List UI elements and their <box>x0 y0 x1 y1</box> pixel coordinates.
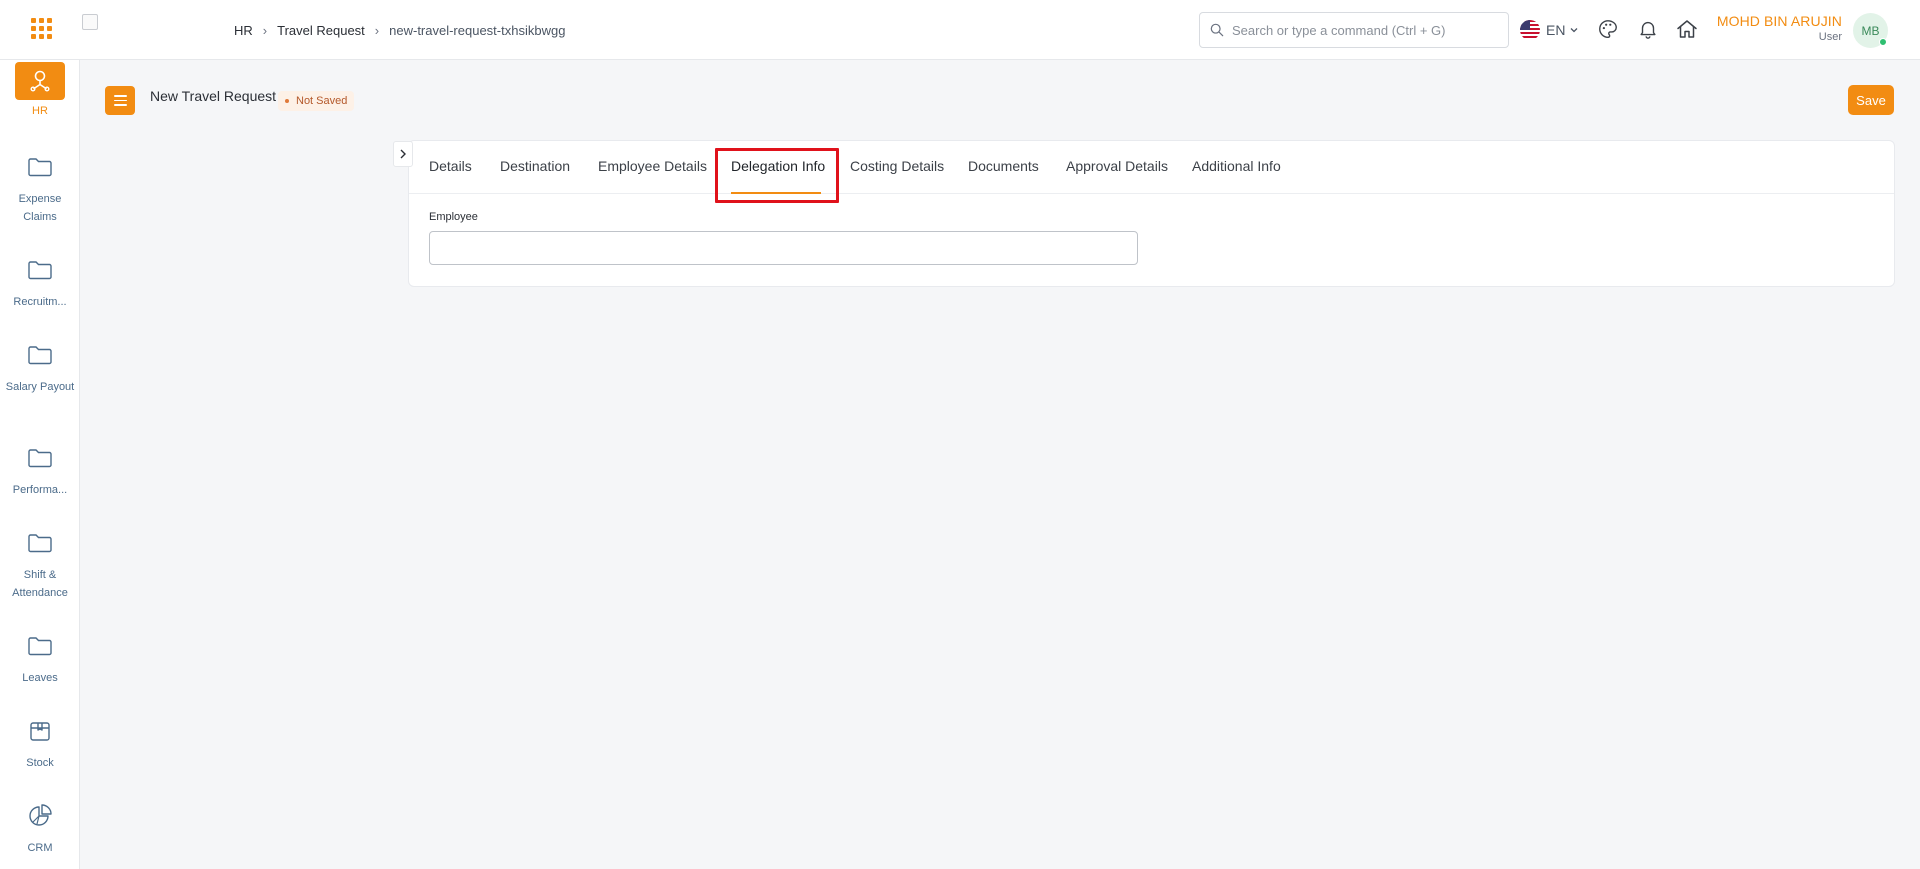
tab-employee-details[interactable]: Employee Details <box>598 158 707 174</box>
home-icon[interactable] <box>1674 16 1700 42</box>
sidebar-item-label: Salary Payout <box>5 381 75 393</box>
breadcrumb-travel-request[interactable]: Travel Request <box>277 23 365 38</box>
sidebar-item-label: Stock <box>26 757 54 769</box>
breadcrumb-separator-icon: › <box>262 22 268 38</box>
search-input[interactable] <box>1232 22 1492 38</box>
tab-destination[interactable]: Destination <box>500 158 570 174</box>
sidebar-item-label: CRM <box>27 842 53 854</box>
sidebar-item-hr[interactable]: HR <box>0 62 79 120</box>
breadcrumb-current-record: new-travel-request-txhsikbwgg <box>389 22 566 38</box>
chevron-down-icon <box>1570 28 1578 33</box>
hr-org-icon <box>15 62 65 100</box>
avatar-initials: MB <box>1861 23 1880 38</box>
folder-icon <box>0 340 79 370</box>
online-status-dot <box>1879 38 1887 46</box>
sidebar: HR Expense Claims Recruitm... Salary Pay… <box>0 60 80 869</box>
pie-chart-icon <box>0 801 79 831</box>
status-text: Not Saved <box>296 95 348 107</box>
sidebar-item-recruitment[interactable]: Recruitm... <box>0 255 79 311</box>
tab-additional-info[interactable]: Additional Info <box>1192 158 1281 174</box>
sidebar-item-expense-claims[interactable]: Expense Claims <box>0 152 79 226</box>
folder-icon <box>0 152 79 182</box>
form-tabs: Details Destination Employee Details Del… <box>409 141 1894 203</box>
sidebar-item-label: HR <box>32 105 48 117</box>
sidebar-item-salary-payout[interactable]: Salary Payout <box>0 340 79 396</box>
bell-icon[interactable] <box>1635 16 1661 42</box>
sidebar-item-shift-attendance[interactable]: Shift & Attendance <box>0 528 79 602</box>
save-button[interactable]: Save <box>1848 85 1894 115</box>
sidebar-item-label: Leaves <box>22 672 58 684</box>
employee-label: Employee <box>429 211 478 223</box>
search-bar[interactable] <box>1199 12 1509 48</box>
employee-field[interactable] <box>429 231 1138 265</box>
tab-approval-details[interactable]: Approval Details <box>1066 158 1168 174</box>
folder-icon <box>0 528 79 558</box>
user-name: MOHD BIN ARUJIN <box>1716 13 1842 29</box>
sidebar-item-label: Expense Claims <box>18 193 62 223</box>
user-role: User <box>1818 31 1842 43</box>
breadcrumb-separator-icon: › <box>374 22 380 38</box>
folder-icon <box>0 255 79 285</box>
logo-image[interactable] <box>82 14 98 30</box>
language-selector[interactable]: EN <box>1520 18 1579 42</box>
box-icon <box>0 716 79 746</box>
breadcrumb-hr[interactable]: HR <box>234 23 253 38</box>
status-dot <box>285 99 289 103</box>
top-bar: HR › Travel Request › new-travel-request… <box>0 0 1920 60</box>
sidebar-item-crm[interactable]: CRM <box>0 801 79 857</box>
palette-icon[interactable] <box>1595 16 1621 42</box>
sidebar-item-label: Recruitm... <box>13 296 67 308</box>
language-code: EN <box>1546 22 1566 38</box>
status-badge: Not Saved <box>278 91 355 111</box>
sidebar-item-label: Performa... <box>12 484 68 496</box>
tab-details[interactable]: Details <box>429 158 472 174</box>
user-info[interactable]: MOHD BIN ARUJIN User <box>1717 13 1842 43</box>
sidebar-item-label: Shift & Attendance <box>12 569 68 599</box>
folder-icon <box>0 443 79 473</box>
chevron-right-icon[interactable] <box>393 141 413 167</box>
sidebar-item-leaves[interactable]: Leaves <box>0 631 79 687</box>
search-icon <box>1210 23 1224 37</box>
us-flag-icon <box>1520 20 1540 40</box>
tab-delegation-info[interactable]: Delegation Info <box>731 158 825 174</box>
avatar[interactable]: MB <box>1853 13 1888 48</box>
active-tab-indicator <box>731 192 821 194</box>
breadcrumb: HR › Travel Request › new-travel-request… <box>234 22 565 38</box>
tab-documents[interactable]: Documents <box>968 158 1039 174</box>
tab-costing-details[interactable]: Costing Details <box>850 158 944 174</box>
page-title: New Travel Request <box>150 88 277 104</box>
sidebar-item-performance[interactable]: Performa... <box>0 443 79 499</box>
app-grid-icon[interactable] <box>29 16 53 40</box>
form-card: Details Destination Employee Details Del… <box>408 140 1895 287</box>
folder-icon <box>0 631 79 661</box>
sidebar-item-stock[interactable]: Stock <box>0 716 79 772</box>
highlight-box <box>715 148 839 203</box>
hamburger-menu-icon[interactable] <box>105 86 135 115</box>
